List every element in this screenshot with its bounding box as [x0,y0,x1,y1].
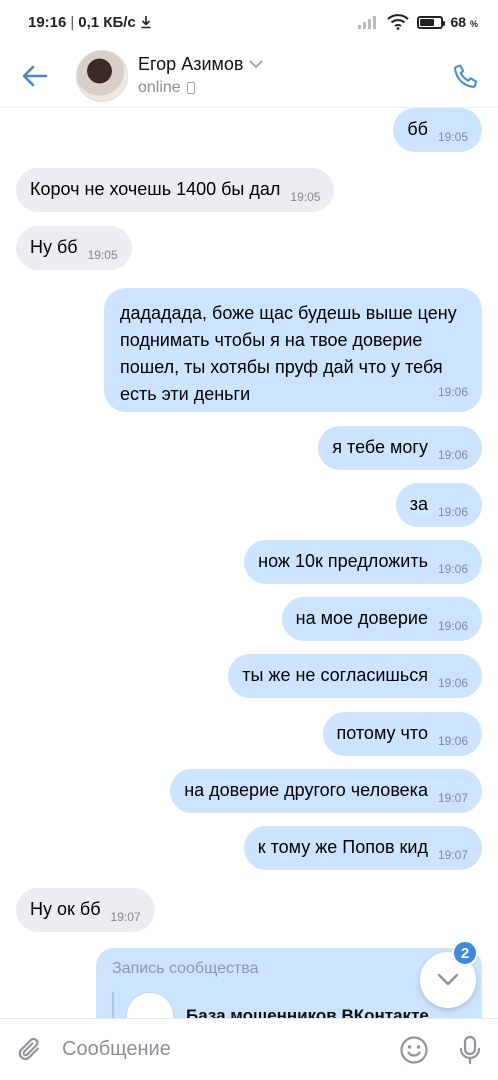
message-text: дададада, боже щас будешь выше цену подн… [120,303,457,404]
message-input[interactable] [62,1029,386,1070]
message-time: 19:06 [437,448,468,462]
smile-icon [400,1035,428,1064]
contact-title: Егор Азимов [138,54,263,75]
community-avatar [126,992,174,1018]
message-text: Короч не хочешь 1400 бы дал [30,179,281,199]
message-bubble-incoming[interactable]: Ну бб 19:05 [16,226,132,270]
signal-icon [357,16,376,29]
clock: 19:16 [28,13,67,31]
scroll-down-button[interactable]: 2 [420,940,478,1008]
message-time: 19:07 [437,791,468,805]
message-text: ты же не согласишься [242,665,428,685]
message-time: 19:06 [437,676,468,690]
message-time: 19:07 [437,848,468,862]
battery-icon [416,15,445,29]
message-bubble-outgoing[interactable]: на доверие другого человека 19:07 [170,769,482,813]
avatar[interactable] [76,49,128,102]
message-text: я тебе могу [332,437,428,457]
online-status: online [138,79,263,97]
message-time: 19:07 [110,910,141,924]
microphone-icon [459,1035,481,1064]
message-time: 19:06 [437,505,468,519]
phone-icon [454,64,477,88]
mobile-icon [186,82,195,94]
message-time: 19:05 [87,248,118,262]
message-list[interactable]: бб 19:05 Короч не хочешь 1400 бы дал 19:05… [0,108,498,1018]
network-speed: 0,1 КБ/с [78,13,136,31]
paperclip-icon [18,1037,40,1060]
message-text: потому что [336,723,428,743]
voice-message-button[interactable] [442,1019,498,1080]
message-time: 19:06 [437,562,468,576]
attach-button[interactable] [0,1019,62,1080]
chat-header: Егор Азимов online [0,44,498,108]
message-text: к тому же Попов кид [257,837,428,857]
message-composer [0,1018,498,1080]
emoji-button[interactable] [386,1019,442,1080]
chevron-down-icon [249,60,263,69]
status-right: 68 % [357,14,478,30]
message-time: 19:05 [437,130,468,144]
shared-post-body: База мошенников ВКонтакте [112,992,466,1018]
message-bubble-incoming[interactable]: Короч не хочешь 1400 бы дал 19:05 [16,168,335,212]
message-time: 19:06 [437,734,468,748]
arrow-left-icon [22,65,48,86]
status-left: 19:16 | 0,1 КБ/с [28,14,152,31]
back-button[interactable] [0,44,70,108]
message-text: бб [407,119,428,139]
message-text: нож 10к предложить [258,551,428,571]
unread-badge: 2 [452,940,478,966]
message-bubble-outgoing[interactable]: нож 10к предложить 19:06 [244,540,482,584]
chevron-down-icon [437,973,459,986]
message-bubble-outgoing[interactable]: я тебе могу 19:06 [318,426,482,470]
message-text: Ну ок бб [30,899,101,919]
message-bubble-outgoing[interactable]: за 19:06 [395,483,482,527]
wifi-icon [386,14,409,30]
message-text: Ну бб [30,237,78,257]
message-text: на доверие другого человека [184,780,428,800]
call-button[interactable] [434,44,498,108]
download-icon [141,16,151,29]
message-bubble-outgoing[interactable]: потому что 19:06 [322,712,482,756]
message-time: 19:05 [290,190,321,204]
message-bubble-outgoing[interactable]: ты же не согласишься 19:06 [228,654,482,698]
battery-percent: 68 % [450,14,478,30]
message-time: 19:06 [437,619,468,633]
message-time: 19:06 [437,385,468,399]
message-bubble-outgoing[interactable]: к тому же Попов кид 19:07 [243,826,482,870]
message-bubble-outgoing[interactable]: дададада, боже щас будешь выше цену подн… [104,288,482,412]
message-text: за [409,494,428,514]
message-text: на мое доверие [295,608,428,628]
shared-post-label: Запись сообщества [112,960,259,977]
message-bubble-incoming[interactable]: Ну ок бб 19:07 [16,888,155,932]
message-bubble-outgoing[interactable]: бб 19:05 [393,108,482,152]
shared-post-title: База мошенников ВКонтакте [186,1006,429,1018]
message-bubble-outgoing[interactable]: на мое доверие 19:06 [281,597,482,641]
online-status-text: online [138,79,181,96]
status-bar: 19:16 | 0,1 КБ/с 68 % [0,0,498,44]
contact-info[interactable]: Егор Азимов online [138,54,263,97]
contact-name: Егор Азимов [138,54,244,74]
